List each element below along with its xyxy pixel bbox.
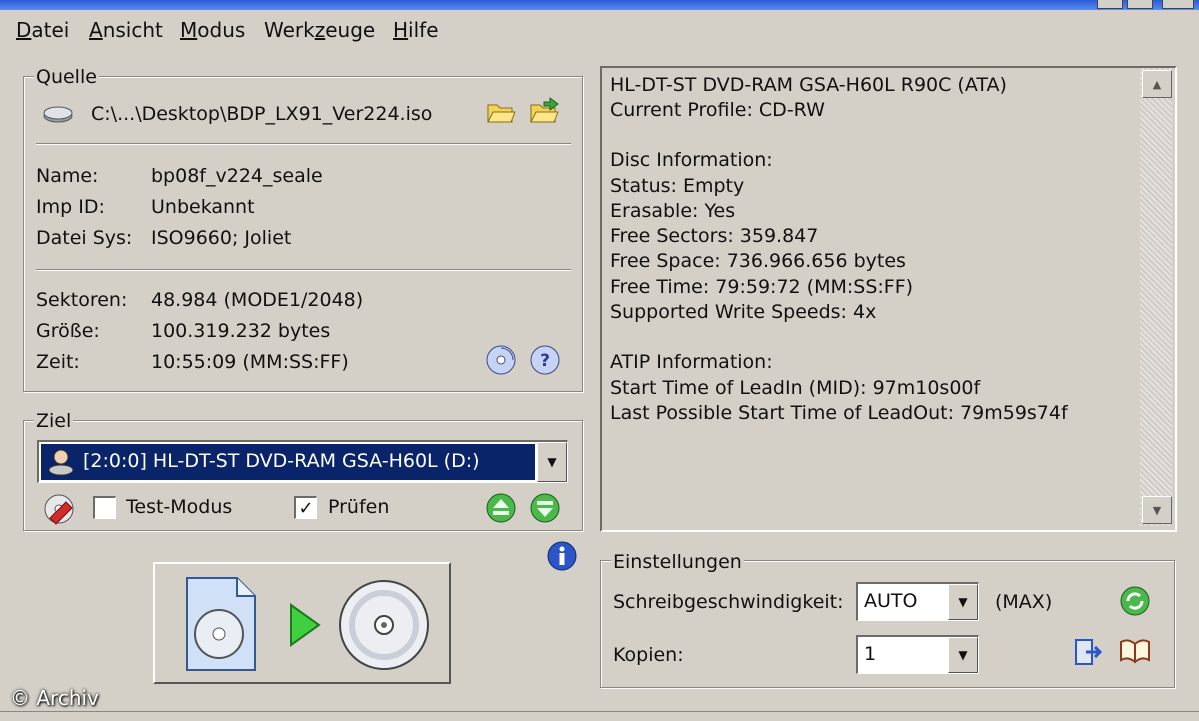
load-icon[interactable] xyxy=(529,492,561,524)
sectors-label: Sektoren: xyxy=(36,289,128,311)
drive-select-arrow[interactable]: ▼ xyxy=(537,442,567,482)
name-label: Name: xyxy=(36,165,99,187)
info-line: Last Possible Start Time of LeadOut: 79m… xyxy=(610,402,1068,424)
info-line: Free Time: 79:59:72 (MM:SS:FF) xyxy=(610,276,914,298)
imp-id-value: Unbekannt xyxy=(151,196,255,218)
test-mode-label: Test-Modus xyxy=(126,496,233,518)
info-line: Status: Empty xyxy=(610,175,745,197)
info-icon[interactable] xyxy=(546,540,578,572)
menu-datei[interactable]: Datei xyxy=(16,18,69,42)
source-separator xyxy=(36,269,571,271)
file-system-value: ISO9660; Joliet xyxy=(151,227,292,249)
eject-icon[interactable] xyxy=(485,492,517,524)
scroll-down-button[interactable]: ▼ xyxy=(1142,496,1172,524)
menu-bar: Datei Ansicht Modus Werkzeuge Hilfe xyxy=(0,10,1199,50)
copies-arrow[interactable]: ▼ xyxy=(948,637,978,673)
image-file-icon xyxy=(43,106,73,123)
write-speed-value: AUTO xyxy=(864,590,918,612)
drive-select[interactable]: [2:0:0] HL-DT-ST DVD-RAM GSA-H60L (D:) ▼ xyxy=(37,440,568,483)
verify-label: Prüfen xyxy=(328,496,390,518)
open-folder-icon[interactable] xyxy=(485,97,517,125)
info-line: Disc Information: xyxy=(610,149,773,171)
write-speed-arrow[interactable]: ▼ xyxy=(948,584,978,620)
copies-label: Kopien: xyxy=(613,644,684,666)
name-value: bp08f_v224_seale xyxy=(151,165,323,187)
refresh-speed-icon[interactable] xyxy=(1118,584,1152,618)
source-path: C:\...\Desktop\BDP_LX91_Ver224.iso xyxy=(91,103,433,125)
time-value: 10:55:09 (MM:SS:FF) xyxy=(151,351,349,373)
log-book-icon[interactable] xyxy=(1118,636,1152,666)
max-speed-label: (MAX) xyxy=(995,591,1053,613)
copies-select[interactable]: 1 ▼ xyxy=(856,635,979,674)
svg-text:?: ? xyxy=(540,351,550,371)
minimize-button[interactable] xyxy=(1097,0,1123,9)
info-line: Current Profile: CD-RW xyxy=(610,99,825,121)
write-speed-label: Schreibgeschwindigkeit: xyxy=(613,591,844,613)
menu-werkzeuge[interactable]: Werkzeuge xyxy=(264,18,375,42)
write-speed-select[interactable]: AUTO ▼ xyxy=(856,582,979,621)
info-line: Free Sectors: 359.847 xyxy=(610,225,819,247)
sectors-value: 48.984 (MODE1/2048) xyxy=(151,289,364,311)
title-bar xyxy=(0,0,1199,10)
target-legend: Ziel xyxy=(34,410,74,432)
exit-icon[interactable] xyxy=(1072,636,1104,668)
device-info-panel: HL-DT-ST DVD-RAM GSA-H60L R90C (ATA) Cur… xyxy=(600,66,1177,532)
menu-modus[interactable]: Modus xyxy=(180,18,245,42)
close-button[interactable] xyxy=(1162,0,1194,9)
size-value: 100.319.232 bytes xyxy=(151,320,331,342)
drive-icon xyxy=(48,449,74,476)
drive-select-value: [2:0:0] HL-DT-ST DVD-RAM GSA-H60L (D:) xyxy=(83,450,480,472)
info-line: Supported Write Speeds: 4x xyxy=(610,301,877,323)
erase-disc-icon[interactable] xyxy=(42,492,76,526)
info-line: HL-DT-ST DVD-RAM GSA-H60L R90C (ATA) xyxy=(610,74,1007,96)
size-label: Größe: xyxy=(36,320,100,342)
info-line: Erasable: Yes xyxy=(610,200,736,222)
info-line: Start Time of LeadIn (MID): 97m10s00f xyxy=(610,377,981,399)
disc-info-icon[interactable] xyxy=(485,344,517,376)
image-file-icon xyxy=(186,577,256,671)
write-button[interactable] xyxy=(153,562,451,684)
imp-id-label: Imp ID: xyxy=(36,196,105,218)
info-scrollbar[interactable]: ▲ ▼ xyxy=(1140,68,1172,526)
play-arrow-icon xyxy=(290,603,321,647)
archive-watermark: © Archiv xyxy=(10,686,99,710)
maximize-button[interactable] xyxy=(1127,0,1153,9)
copies-value: 1 xyxy=(864,643,877,665)
verify-checkbox[interactable]: ✓ xyxy=(294,496,317,519)
disc-help-icon[interactable]: ? xyxy=(529,344,561,376)
source-legend: Quelle xyxy=(34,66,99,88)
browse-folder-icon[interactable] xyxy=(528,96,562,126)
disc-icon xyxy=(339,580,429,670)
menu-hilfe[interactable]: Hilfe xyxy=(393,18,439,42)
info-line: Free Space: 736.966.656 bytes xyxy=(610,250,906,272)
info-line: ATIP Information: xyxy=(610,351,773,373)
source-separator xyxy=(36,143,571,145)
settings-legend: Einstellungen xyxy=(611,551,744,573)
test-mode-checkbox[interactable] xyxy=(93,496,116,519)
file-system-label: Datei Sys: xyxy=(36,227,133,249)
menu-ansicht[interactable]: Ansicht xyxy=(89,18,163,42)
scroll-up-button[interactable]: ▲ xyxy=(1142,70,1172,98)
time-label: Zeit: xyxy=(36,351,80,373)
